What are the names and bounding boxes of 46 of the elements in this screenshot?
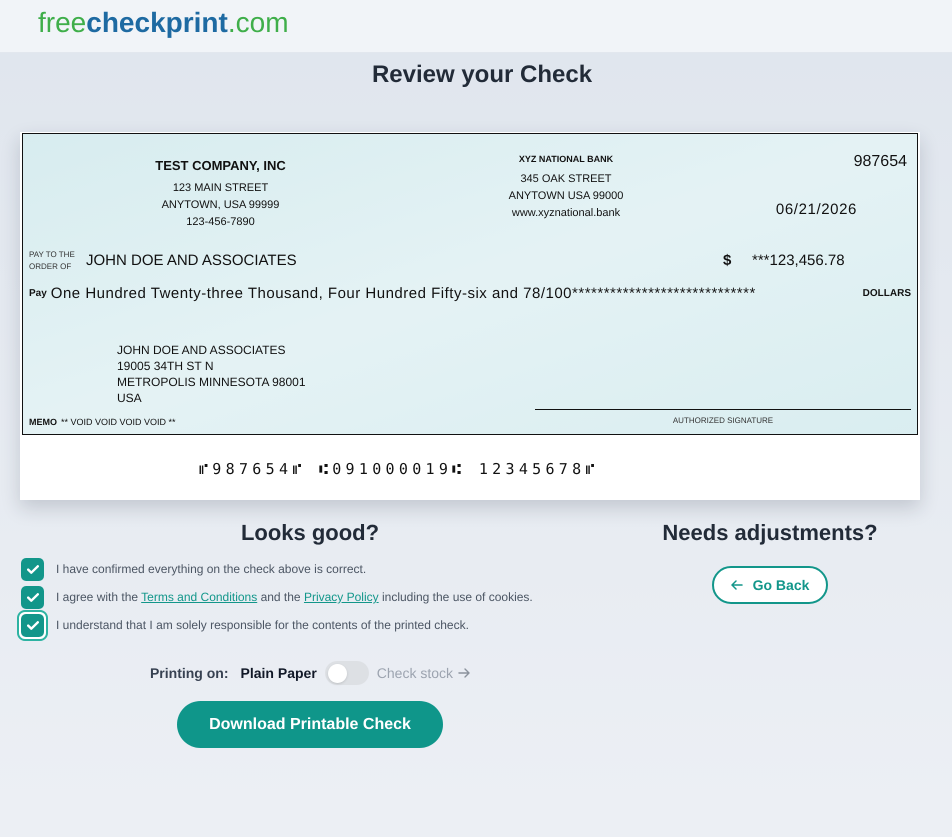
company-address-line: ANYTOWN, USA 99999 [162,198,280,213]
amount-figures: ***123,456.78 [752,251,845,271]
download-button[interactable]: Download Printable Check [177,701,443,748]
section-title: Looks good? [240,519,380,547]
agreement-text: I agree with the Terms and Conditions and the Privacy Policy including the use of cookies. [56,589,533,605]
currency-symbol: $ [723,251,732,271]
payee-address-line: JOHN DOE AND ASSOCIATES [117,342,286,358]
payee-address-line: USA [117,390,142,406]
paper-option[interactable]: Plain Paper [240,662,317,684]
payee-address-line: 19005 34TH ST N [117,358,214,374]
paper-option[interactable]: Check stock [376,662,454,684]
go-back-button[interactable]: Go Back [712,566,828,604]
agreement-text: I have confirmed everything on the check above is correct. [56,561,366,577]
toggle-switch[interactable] [324,661,369,685]
arrow-right-icon [458,668,470,678]
signature-label: AUTHORIZED SIGNATURE [672,415,774,427]
company-address-line: 123 MAIN STREET [172,181,268,196]
bank-address-line: ANYTOWN USA 99000 [508,189,624,204]
memo-line: MEMO ** VOID VOID VOID VOID ** [29,416,176,428]
bank-address-line: www.xyznational.bank [512,206,620,221]
check-icon [26,564,38,574]
agreement-text: I understand that I am solely responsible for the contents of the printed check. [56,617,469,633]
company-address-line: 123-456-7890 [186,215,255,230]
dollars-label: DOLLARS [862,287,911,301]
payee-address-line: METROPOLIS MINNESOTA 98001 [117,374,306,390]
bank-address-line: 345 OAK STREET [520,172,612,187]
bank-name: XYZ NATIONAL BANK [518,153,614,165]
site-logo[interactable]: freecheckprint.com [38,6,289,40]
check-icon [26,620,38,630]
amount-words: One Hundred Twenty-three Thousand, Four Hundred Fifty-six and 78/100***************************** [50,284,756,304]
checkbox[interactable] [21,586,44,608]
section-title: Needs adjustments? [662,519,878,547]
micr-line: ⑈987654⑈ ⑆091000019⑆ 12345678⑈ [199,458,599,478]
arrow-left-icon [730,580,743,590]
page-title: Review your Check [370,60,594,90]
document-link[interactable]: Privacy Policy [304,590,379,604]
pay-label: Pay [29,287,47,301]
company-name: TEST COMPANY, INC [155,158,286,174]
payee-label: PAY TO THE ORDER OF [29,249,76,273]
check-number: 987654 [854,152,907,172]
document-link[interactable]: Terms and Conditions [141,590,258,604]
printing-label: Printing on: [150,664,229,683]
check-date: 06/21/2026 [776,200,857,220]
payee-name: JOHN DOE AND ASSOCIATES [86,251,298,271]
check-icon [26,592,38,602]
checkbox[interactable] [21,558,44,580]
